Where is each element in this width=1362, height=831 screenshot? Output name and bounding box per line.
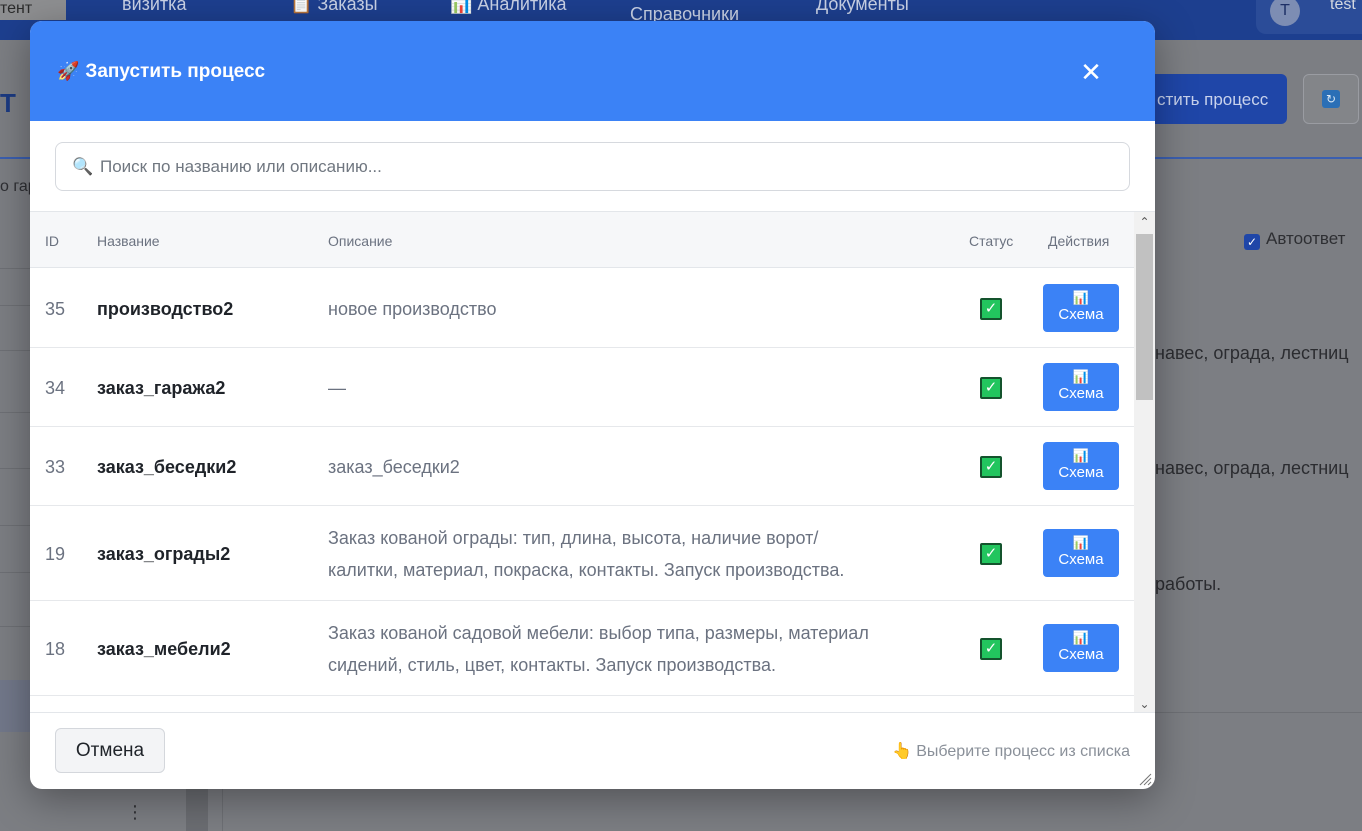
page-title-partial: Т <box>0 88 16 118</box>
row-name: производство2 <box>97 299 234 319</box>
nav-item-documents[interactable]: Документы <box>816 0 909 15</box>
process-table: ID Название Описание Статус Действия 35 … <box>30 211 1155 713</box>
row-name: заказ_ограды2 <box>97 544 231 564</box>
column-header-description[interactable]: Описание <box>328 233 392 249</box>
scheme-button-label: Схема <box>1058 551 1104 568</box>
more-menu-icon[interactable]: ⋮ <box>126 802 144 823</box>
nav-item-orders[interactable]: 📋 Заказы <box>290 0 378 15</box>
modal-title-text: Запустить процесс <box>85 61 266 82</box>
row-name: заказ_гаража2 <box>97 378 226 398</box>
table-row[interactable]: 35 производство2 новое производство ✓ 📊 … <box>30 269 1134 348</box>
scroll-up-arrow-icon[interactable]: ⌃ <box>1137 214 1152 230</box>
nav-item-card[interactable]: визитка <box>122 0 186 15</box>
nav-item-analytics[interactable]: 📊 Аналитика <box>450 0 567 15</box>
close-icon[interactable]: ✕ <box>1076 57 1106 87</box>
table-header: ID Название Описание Статус Действия <box>30 212 1134 268</box>
scheme-button[interactable]: 📊 Схема <box>1043 529 1119 577</box>
row-description: заказ_беседки2 <box>328 457 460 477</box>
row-id: 19 <box>45 544 66 564</box>
footer-hint: 👆 Выберите процесс из списка <box>892 741 1130 761</box>
cancel-button[interactable]: Отмена <box>55 728 165 773</box>
table-row[interactable]: 19 заказ_ограды2 Заказ кованой ограды: т… <box>30 506 1134 601</box>
chart-icon: 📊 <box>1072 290 1090 305</box>
row-id: 33 <box>45 457 66 477</box>
column-header-status[interactable]: Статус <box>969 233 1013 249</box>
column-header-name[interactable]: Название <box>97 233 160 249</box>
status-check-icon: ✓ <box>980 377 1002 399</box>
row-description: новое производство <box>328 299 497 319</box>
chart-icon: 📊 <box>1072 535 1090 550</box>
scroll-down-arrow-icon[interactable]: ⌄ <box>1137 696 1152 712</box>
modal-header: 🚀 Запустить процесс ✕ <box>30 21 1155 121</box>
scheme-button-label: Схема <box>1058 646 1104 663</box>
bg-row-text: навес, ограда, лестниц <box>1155 343 1349 363</box>
chart-icon: 📊 <box>1072 630 1090 645</box>
row-id: 34 <box>45 378 66 398</box>
scheme-button[interactable]: 📊 Схема <box>1043 284 1119 332</box>
launch-process-button[interactable]: стить процесс <box>1135 74 1287 124</box>
refresh-icon: ↻ <box>1322 90 1340 108</box>
status-check-icon: ✓ <box>980 456 1002 478</box>
search-input[interactable] <box>100 155 1110 179</box>
chart-icon: 📊 <box>1072 369 1090 384</box>
sidebar-selected-item[interactable] <box>0 680 30 732</box>
row-description: Заказ кованой ограды: тип, длина, высота… <box>328 528 845 580</box>
user-name: test <box>1330 0 1356 13</box>
footer-hint-text: Выберите процесс из списка <box>916 743 1130 760</box>
autoreply-toggle[interactable]: ✓ Автоответ <box>1244 229 1345 250</box>
pointing-hand-icon: 👆 <box>892 743 913 760</box>
scheme-button-label: Схема <box>1058 306 1104 323</box>
launch-process-modal: 🚀Запустить процесс ✕ 🔍 ID Название Описа… <box>30 21 1155 789</box>
row-description: Заказ кованой садовой мебели: выбор типа… <box>328 623 869 675</box>
status-check-icon: ✓ <box>980 543 1002 565</box>
scheme-button[interactable]: 📊 Схема <box>1043 363 1119 411</box>
row-id: 35 <box>45 299 66 319</box>
chart-icon: 📊 <box>1072 448 1090 463</box>
avatar: T <box>1270 0 1300 26</box>
bg-divider <box>1155 712 1362 713</box>
refresh-button[interactable]: ↻ <box>1303 74 1359 124</box>
search-icon: 🔍 <box>72 157 94 176</box>
bg-row-text: работы. <box>1155 574 1222 594</box>
table-row[interactable]: 34 заказ_гаража2 — ✓ 📊 Схема <box>30 348 1134 427</box>
bg-row-text: навес, ограда, лестниц <box>1155 458 1349 478</box>
row-name: заказ_беседки2 <box>97 457 237 477</box>
nav-tab-partial-label: тент <box>0 0 33 17</box>
scheme-button[interactable]: 📊 Схема <box>1043 624 1119 672</box>
table-row[interactable]: 18 заказ_мебели2 Заказ кованой садовой м… <box>30 601 1134 696</box>
user-menu[interactable]: T test <box>1256 0 1362 34</box>
scrollbar-thumb[interactable] <box>1136 234 1153 400</box>
column-header-id[interactable]: ID <box>45 233 59 249</box>
table-row[interactable]: 33 заказ_беседки2 заказ_беседки2 ✓ 📊 Схе… <box>30 427 1134 506</box>
column-header-actions: Действия <box>1048 233 1110 249</box>
row-description: — <box>328 378 346 398</box>
status-check-icon: ✓ <box>980 298 1002 320</box>
scheme-button-label: Схема <box>1058 385 1104 402</box>
status-check-icon: ✓ <box>980 638 1002 660</box>
modal-title: 🚀 Запустить процесс <box>57 61 265 83</box>
row-id: 18 <box>45 639 66 659</box>
search-box: 🔍 <box>55 142 1130 191</box>
checkbox-icon: ✓ <box>1244 234 1260 250</box>
nav-tab-partial[interactable]: тент <box>0 0 66 20</box>
bg-scrollbar[interactable] <box>186 788 208 831</box>
row-name: заказ_мебели2 <box>97 639 231 659</box>
scheme-button-label: Схема <box>1058 464 1104 481</box>
resize-grip-icon[interactable] <box>1138 772 1152 786</box>
autoreply-label: Автоответ <box>1266 229 1346 248</box>
scheme-button[interactable]: 📊 Схема <box>1043 442 1119 490</box>
rocket-icon: 🚀 <box>57 61 80 81</box>
bg-divider-vertical <box>222 788 223 831</box>
